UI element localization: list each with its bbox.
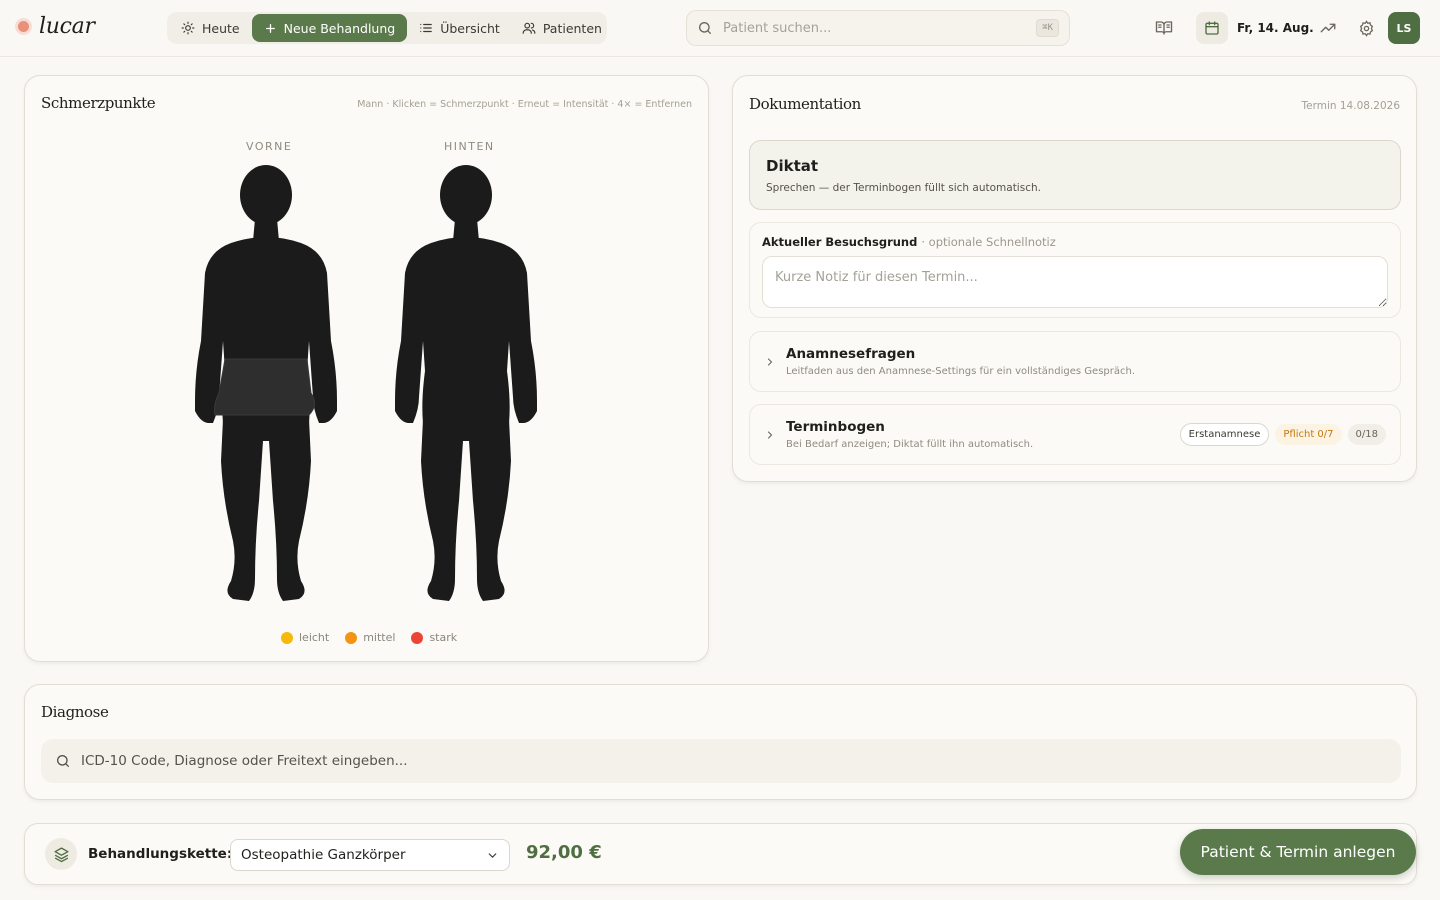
total-count-badge: 0/18 xyxy=(1347,424,1386,445)
documentation-card: Dokumentation Termin 14.08.2026 Diktat S… xyxy=(732,75,1417,482)
nav-item-label: Neue Behandlung xyxy=(283,20,396,36)
pain-map-title: Schmerzpunkte xyxy=(41,94,156,112)
legend-item-mittel: mittel xyxy=(345,631,395,644)
visit-reason-label-text: Aktueller Besuchsgrund xyxy=(762,235,918,249)
nav-item-uebersicht[interactable]: Übersicht xyxy=(409,14,510,42)
date-picker[interactable]: Fr, 14. Aug. xyxy=(1196,12,1314,44)
search-icon xyxy=(699,22,711,34)
anamnese-title: Anamnesefragen xyxy=(786,346,916,362)
users-icon xyxy=(522,22,536,34)
list-icon xyxy=(420,23,433,33)
terminbogen-accordion[interactable]: Terminbogen Bei Bedarf anzeigen; Diktat … xyxy=(749,404,1401,465)
required-count-badge: Pflicht 0/7 xyxy=(1275,424,1342,445)
layers-icon xyxy=(45,838,77,870)
create-patient-appointment-button[interactable]: Patient & Termin anlegen xyxy=(1180,829,1416,875)
legend-dot xyxy=(411,631,424,644)
legend-label: mittel xyxy=(363,631,396,644)
app-header: lucar Heute Neue Behandlung Übersicht Pa… xyxy=(0,0,1440,57)
back-label: HINTEN xyxy=(444,140,495,153)
trending-up-icon[interactable] xyxy=(1317,17,1339,39)
front-label: VORNE xyxy=(246,140,293,153)
plus-icon xyxy=(265,23,275,33)
body-back-figure[interactable] xyxy=(391,161,541,611)
search-icon xyxy=(57,755,69,767)
anamnese-accordion[interactable]: Anamnesefragen Leitfaden aus den Anamnes… xyxy=(749,331,1401,392)
documentation-title: Dokumentation xyxy=(749,95,861,113)
diagnosis-search xyxy=(41,739,1401,783)
visit-reason-section: Aktueller Besuchsgrund · optionale Schne… xyxy=(749,222,1401,318)
visit-reason-label: Aktueller Besuchsgrund · optionale Schne… xyxy=(762,235,1388,249)
diagnosis-card: Diagnose xyxy=(24,684,1417,800)
nav-item-heute[interactable]: Heute xyxy=(171,14,250,42)
visit-reason-label-hint: · optionale Schnellnotiz xyxy=(921,235,1056,249)
pain-legend: leicht mittel stark xyxy=(281,631,473,644)
nav-item-label: Patienten xyxy=(542,20,602,36)
pain-map-hint: Mann · Klicken = Schmerzpunkt · Erneut =… xyxy=(357,99,692,110)
nav-item-neue-behandlung[interactable]: Neue Behandlung xyxy=(251,14,408,42)
patient-search: ⌘K xyxy=(686,10,1070,46)
diktat-button[interactable]: Diktat Sprechen — der Terminbogen füllt … xyxy=(749,140,1401,210)
diagnosis-input[interactable] xyxy=(81,753,1387,769)
legend-item-stark: stark xyxy=(411,631,457,644)
treatment-chain-value: Osteopathie Ganzkörper xyxy=(241,847,406,863)
treatment-chain-label: Behandlungskette: xyxy=(88,846,233,862)
legend-label: leicht xyxy=(299,631,330,644)
legend-label: stark xyxy=(429,631,458,644)
treatment-price: 92,00 € xyxy=(526,842,602,863)
pain-region-pelvis-front xyxy=(214,358,315,416)
diktat-subtitle: Sprechen — der Terminbogen füllt sich au… xyxy=(766,182,1041,194)
body-front-figure[interactable] xyxy=(191,161,341,611)
treatment-chain-select[interactable]: Osteopathie Ganzkörper xyxy=(230,839,510,871)
current-date: Fr, 14. Aug. xyxy=(1237,21,1314,35)
legend-dot xyxy=(345,631,358,644)
user-avatar[interactable]: LS xyxy=(1388,12,1420,44)
appointment-date: Termin 14.08.2026 xyxy=(1301,100,1400,112)
visit-reason-input[interactable] xyxy=(762,256,1388,308)
legend-dot xyxy=(281,631,293,644)
logo[interactable]: lucar xyxy=(18,14,95,39)
nav-item-label: Heute xyxy=(202,20,240,36)
sun-icon xyxy=(181,21,195,35)
terminbogen-subtitle: Bei Bedarf anzeigen; Diktat füllt ihn au… xyxy=(786,439,1034,450)
calendar-icon[interactable] xyxy=(1196,12,1228,44)
terminbogen-title: Terminbogen xyxy=(786,419,885,435)
patient-search-input[interactable] xyxy=(723,20,1037,36)
legend-item-leicht: leicht xyxy=(281,631,329,644)
diagnosis-title: Diagnose xyxy=(41,703,109,721)
form-type-badge: Erstanamnese xyxy=(1179,423,1270,446)
search-shortcut: ⌘K xyxy=(1036,19,1059,37)
nav-item-label: Übersicht xyxy=(440,20,500,36)
anamnese-subtitle: Leitfaden aus den Anamnese-Settings für … xyxy=(786,366,1135,377)
chevron-right-icon xyxy=(767,357,773,366)
chevron-right-icon xyxy=(767,430,773,439)
pain-map-card: Schmerzpunkte Mann · Klicken = Schmerzpu… xyxy=(24,75,709,662)
logo-dot-icon xyxy=(18,21,29,32)
nav-item-patienten[interactable]: Patienten xyxy=(512,14,612,42)
main-nav: Heute Neue Behandlung Übersicht Patiente… xyxy=(167,12,607,44)
diktat-title: Diktat xyxy=(766,157,819,175)
gear-icon[interactable] xyxy=(1355,17,1377,39)
logo-text: lucar xyxy=(39,14,95,39)
chevron-down-icon xyxy=(488,852,497,858)
book-open-icon[interactable] xyxy=(1153,17,1175,39)
